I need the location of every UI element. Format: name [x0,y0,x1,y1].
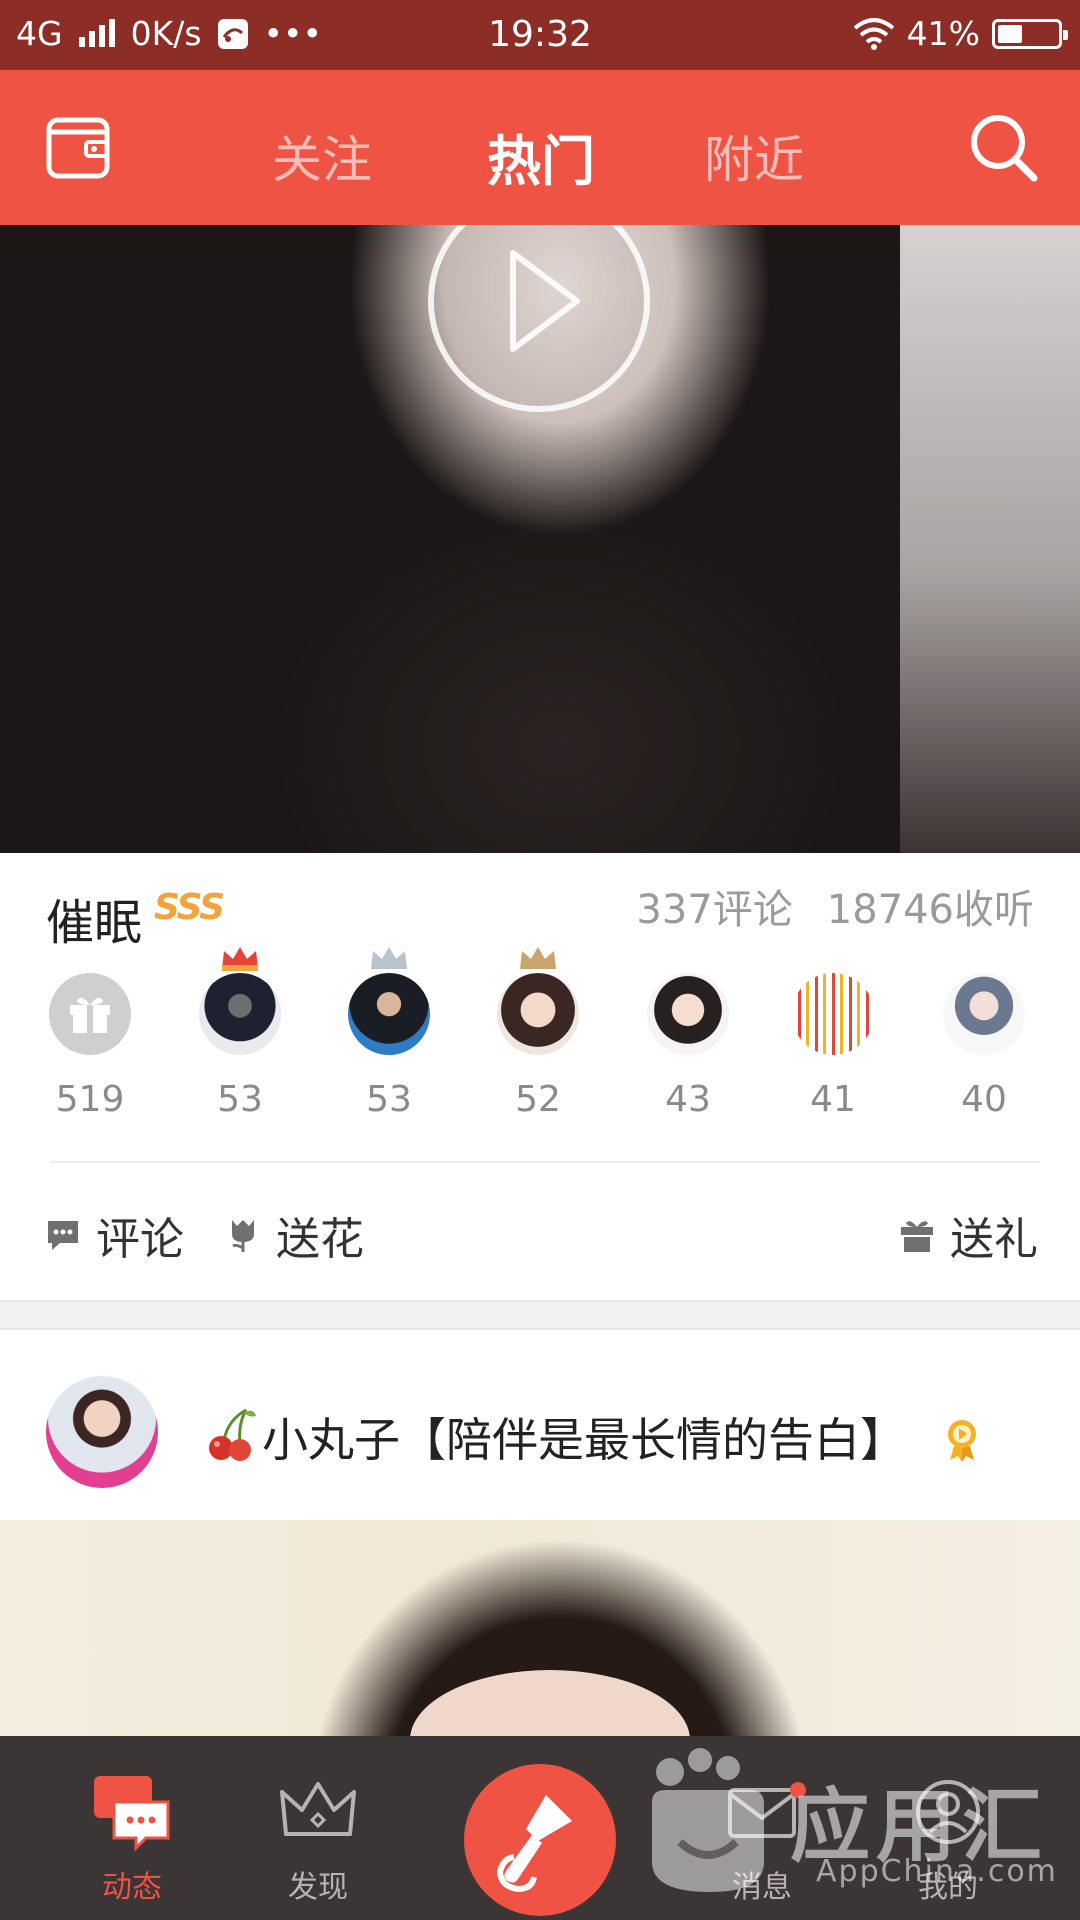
gifter-item[interactable]: 53 [180,947,300,1120]
comment-label: 评论 [96,1214,184,1265]
play-icon[interactable] [427,225,651,413]
gifter-item[interactable]: 53 [329,947,449,1120]
feed-separator [0,1300,1080,1330]
user-avatar[interactable] [46,1376,158,1488]
status-bar: 4G 0K/s ••• 19:32 41% [0,0,1080,70]
gift-count: 53 [217,1079,263,1120]
nav-label: 消息 [732,1870,792,1905]
envelope-icon [728,1788,796,1838]
medal-icon [948,1420,976,1462]
background-shelf [900,225,1080,853]
nav-label: 动态 [102,1870,162,1905]
avatar [647,973,729,1055]
gift-total[interactable]: 519 [30,973,150,1120]
gift-count: 519 [55,1079,125,1120]
cover-image[interactable] [0,1520,1080,1736]
avatar [943,973,1025,1055]
gift-count: 40 [961,1079,1007,1120]
nav-dynamic[interactable]: 动态 [52,1736,212,1920]
unread-dot [790,1782,806,1798]
chat-bubble-icon [94,1776,170,1852]
gift-count: 41 [810,1079,856,1120]
listen-count: 18746收听 [826,887,1034,933]
nav-profile[interactable]: 我的 [868,1736,1028,1920]
gift-small-icon [901,1221,933,1252]
action-bar: 评论 送花 送礼 [0,1187,1080,1277]
song-title[interactable]: 催眠 [46,883,142,953]
record-button[interactable] [458,1758,622,1920]
bronze-crown-icon [520,947,556,969]
status-right: 41% [853,14,1068,53]
flower-icon [232,1220,254,1252]
tab-nearby[interactable]: 附近 [704,120,804,192]
battery-icon [992,18,1068,49]
flower-label: 送花 [276,1214,364,1265]
gold-crown-icon [222,947,258,971]
comment-icon [48,1221,78,1250]
avatar [199,973,281,1055]
tab-hot[interactable]: 热门 [487,117,595,196]
app-screen: 4G 0K/s ••• 19:32 41% 关注 热门 附近 催眠 SSS 33… [0,0,1080,1920]
avatar [792,973,874,1055]
battery-percent: 41% [906,14,980,53]
feed-item[interactable]: 小丸子【陪伴是最长情的告白】 [0,1332,1080,1520]
gifter-item[interactable]: 41 [773,973,893,1120]
comment-count: 337评论 [636,887,793,933]
nav-messages[interactable]: 消息 [682,1736,842,1920]
battery-fill [998,24,1022,43]
send-flower-button[interactable]: 送花 [224,1203,364,1267]
gift-count: 52 [515,1079,561,1120]
microphone-icon [496,1795,572,1893]
wifi-icon [853,17,894,50]
gift-label: 送礼 [950,1214,1038,1265]
face-region [410,1670,690,1736]
song-info-card: 催眠 SSS 337评论 18746收听 519 53 53 52 43 41 … [0,853,1080,1300]
gift-icon [49,973,131,1055]
gifter-item[interactable]: 40 [924,973,1044,1120]
cover-image[interactable] [0,225,1080,853]
gift-count: 43 [665,1079,711,1120]
gifter-item[interactable]: 43 [628,973,748,1120]
post-title[interactable]: 小丸子【陪伴是最长情的告白】 [262,1404,906,1470]
silver-crown-icon [371,947,407,969]
cherry-icon [209,1408,256,1461]
avatar [348,973,430,1055]
tab-following[interactable]: 关注 [272,120,372,192]
send-gift-button[interactable]: 送礼 [898,1203,1038,1267]
comment-button[interactable]: 评论 [44,1203,184,1267]
avatar [497,973,579,1055]
search-icon[interactable] [968,112,1038,182]
gifter-item[interactable]: 52 [478,947,598,1120]
song-stats: 337评论 18746收听 [636,877,1034,935]
top-navigation: 关注 热门 附近 [0,70,1080,225]
gifter-list: 519 53 53 52 43 41 40 [0,947,1080,1120]
level-badge: SSS [154,887,225,928]
wallet-icon[interactable] [46,114,110,180]
profile-icon [916,1780,980,1844]
nav-discover[interactable]: 发现 [238,1736,398,1920]
nav-label: 发现 [288,1870,348,1905]
nav-label: 我的 [918,1870,978,1905]
gift-count: 53 [366,1079,412,1120]
divider [50,1161,1040,1163]
crown-icon [280,1782,356,1836]
